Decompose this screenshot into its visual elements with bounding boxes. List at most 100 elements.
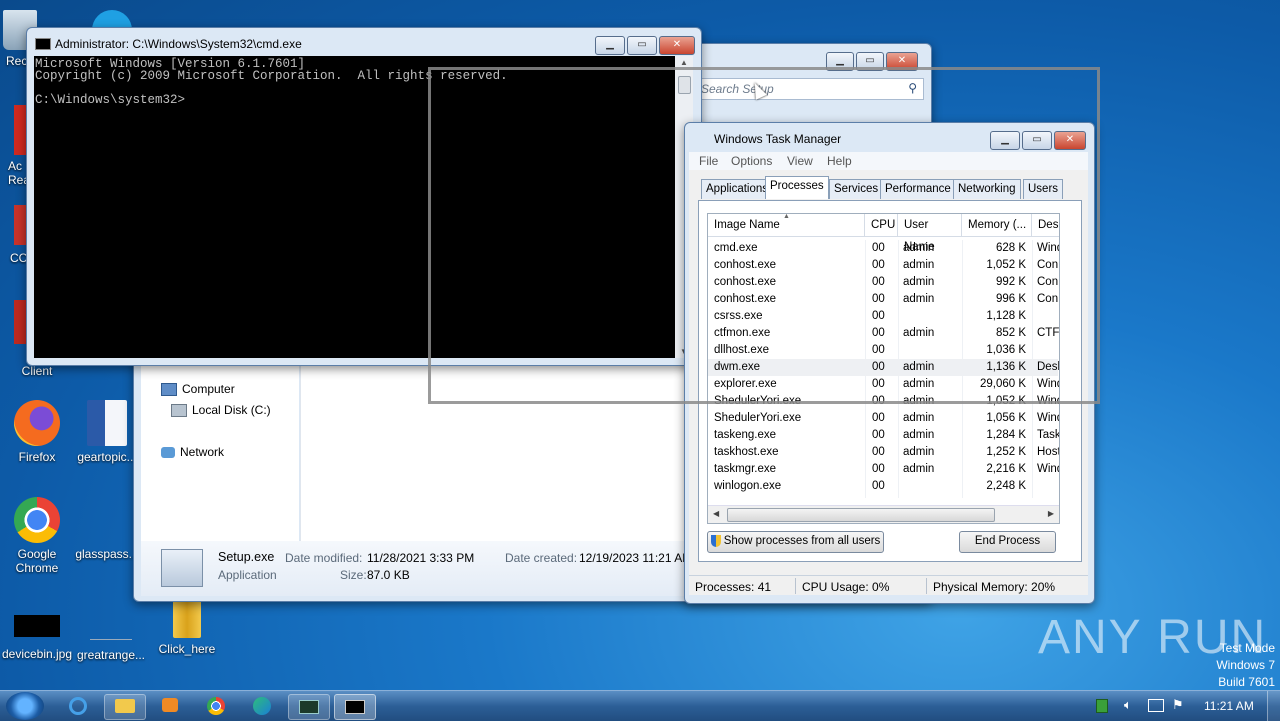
show-all-processes-button[interactable]: Show processes from all users [707,531,884,553]
process-memory: 1,284 K [986,429,1026,441]
status-divider [795,578,796,594]
nav-network[interactable]: Network [161,445,224,459]
details-type: Application [218,568,277,582]
taskbar: 🔈︎ ⚑ 11:21 AM [0,690,1280,721]
process-description: Host [1037,446,1059,458]
taskbar-ie-icon[interactable] [58,694,98,718]
drive-icon [171,404,187,418]
desktop-icon-firefox[interactable]: Firefox [0,400,74,464]
nav-computer-label: Computer [182,382,235,396]
process-memory: 2,216 K [986,463,1026,475]
taskbar-chrome-icon[interactable] [196,694,236,718]
process-user: admin [903,463,935,475]
process-description: Wind [1037,463,1059,475]
table-row[interactable]: winlogon.exe 00 2,248 K [708,478,1058,495]
nav-local-disk[interactable]: Local Disk (C:) [171,403,271,418]
desktop-icon-label: greatrange... [76,648,146,662]
process-cpu: 00 [872,446,885,458]
details-date-created: 12/19/2023 11:21 AM [579,551,693,565]
status-memory: Physical Memory: 20% [933,580,1056,594]
horizontal-scrollbar[interactable]: ◀ ▶ [708,505,1059,523]
process-user: admin [903,446,935,458]
word-document-icon [87,400,127,446]
process-cpu: 00 [872,463,885,475]
details-date-created-label: Date created: [505,551,578,565]
tray-network-icon[interactable] [1096,699,1108,713]
process-name: taskhost.exe [714,446,779,458]
process-cpu: 00 [872,429,885,441]
end-process-button[interactable]: End Process [959,531,1056,553]
desktop-icon-devicebin[interactable]: devicebin.jpg [0,615,74,661]
nav-network-label: Network [180,445,225,459]
nav-local-disk-label: Local Disk (C:) [192,403,271,417]
process-cpu: 00 [872,412,885,424]
scroll-thumb[interactable] [727,508,995,522]
file-icon [90,615,132,640]
tray-display-icon[interactable] [1148,699,1164,712]
process-memory: 1,252 K [986,446,1026,458]
process-name: taskeng.exe [714,429,777,441]
status-cpu: CPU Usage: 0% [802,580,890,594]
scroll-up-arrow[interactable]: ▲ [680,58,688,67]
process-user: admin [903,412,935,424]
taskbar-cmd-icon[interactable] [334,694,376,720]
minimize-button[interactable]: ▁ [595,36,625,55]
explorer-nav-pane: Computer Local Disk (C:) Network [141,366,299,541]
desktop-icon-click-here[interactable]: Click_here [150,600,224,656]
desktop-icon-label: Click_here [158,642,216,656]
close-button[interactable]: ✕ [659,36,695,55]
firefox-icon [14,400,60,446]
test-mode-text: Test Mode Windows 7 Build 7601 [1216,640,1275,691]
tray-flag-icon[interactable]: ⚑ [1172,697,1184,713]
table-row[interactable]: taskeng.exe 00 admin 1,284 K Task [708,427,1059,444]
table-row[interactable]: ShedulerYori.exe 00 admin 1,056 K Wind [708,410,1059,427]
desktop-icon-label: Firefox [18,450,56,464]
start-button[interactable] [6,692,44,720]
details-filename: Setup.exe [218,550,275,564]
test-mode-line: Test Mode [1219,641,1275,655]
cmd-app-icon [35,38,51,50]
process-name: taskmgr.exe [714,463,776,475]
table-row[interactable]: taskhost.exe 00 admin 1,252 K Host [708,444,1059,461]
taskbar-clock[interactable]: 11:21 AM [1204,699,1254,713]
status-divider [926,578,927,594]
maximize-button[interactable]: ▭ [627,36,657,55]
taskbar-explorer-icon[interactable] [104,694,146,720]
setup-file-icon [161,549,203,587]
process-name: winlogon.exe [714,480,782,492]
taskbar-task-manager-icon[interactable] [288,694,330,720]
process-description: Wind [1037,412,1059,424]
process-name: ShedulerYori.exe [714,412,802,424]
shield-icon [710,534,721,547]
nav-computer[interactable]: Computer [161,382,235,397]
taskbar-media-player-icon[interactable] [150,694,190,718]
os-build-line: Build 7601 [1218,675,1275,689]
desktop-icon-greatrange[interactable]: greatrange... [74,615,148,662]
status-processes: Processes: 41 [695,580,772,594]
os-name-line: Windows 7 [1216,658,1275,672]
chrome-icon [14,497,60,543]
desktop-icon-chrome[interactable]: Google Chrome [0,497,74,575]
process-cpu: 00 [872,480,885,492]
network-icon [161,447,175,459]
process-memory: 1,056 K [986,412,1026,424]
details-date-modified-label: Date modified: [285,551,363,565]
desktop-icon-label: devicebin.jpg [1,647,73,661]
tray-volume-icon[interactable]: 🔈︎ [1124,697,1132,713]
scroll-right-arrow[interactable]: ▶ [1048,509,1054,518]
process-description: Task [1037,429,1059,441]
explorer-details-pane: Setup.exe Application Date modified: 11/… [141,541,692,596]
zip-folder-icon [173,600,201,638]
table-row[interactable]: taskmgr.exe 00 admin 2,216 K Wind [708,461,1059,478]
computer-icon [161,383,177,397]
taskbar-edge-icon[interactable] [242,694,282,718]
process-user: admin [903,429,935,441]
status-bar: Processes: 41 CPU Usage: 0% Physical Mem… [689,575,1088,596]
show-all-processes-label: Show processes from all users [723,535,881,547]
image-thumbnail-icon [14,615,60,637]
desktop-icon-label: Google Chrome [15,547,59,575]
details-date-modified: 11/28/2021 3:33 PM [367,551,475,565]
scroll-left-arrow[interactable]: ◀ [713,509,719,518]
details-size: 87.0 KB [367,568,410,582]
show-desktop-button[interactable] [1267,691,1280,721]
